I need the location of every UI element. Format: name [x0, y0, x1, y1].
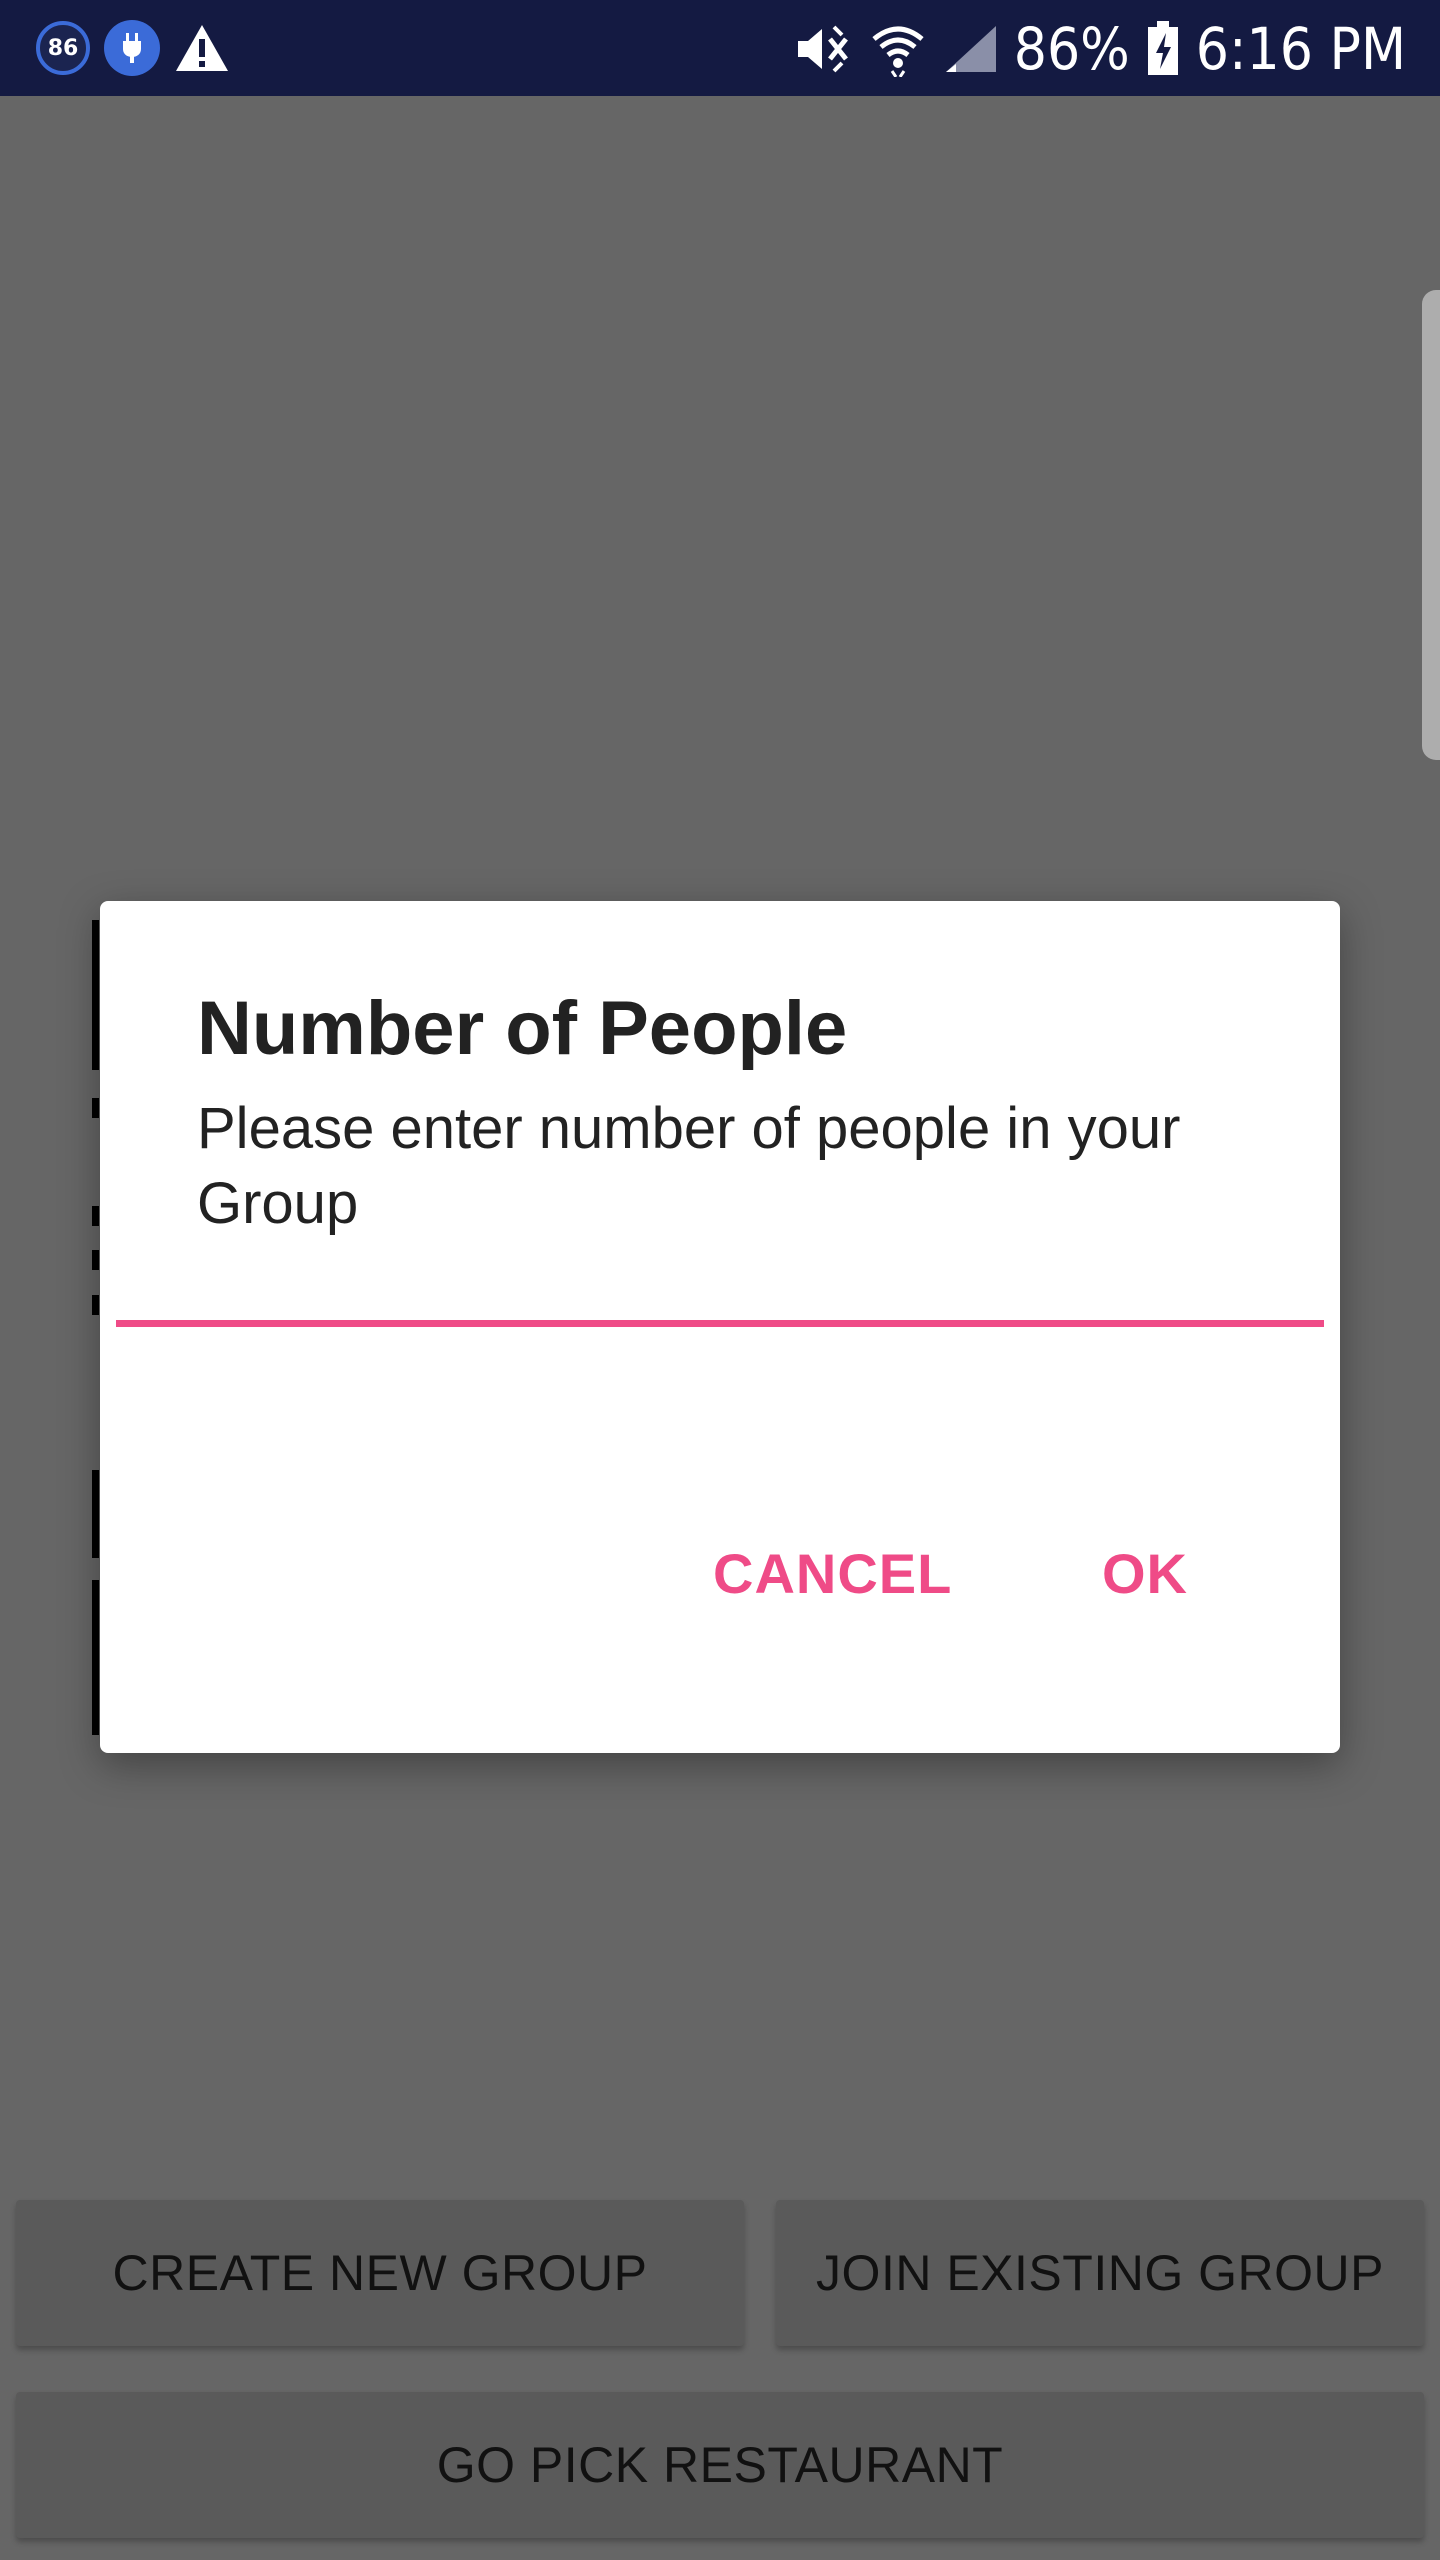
background-mark: [92, 1295, 99, 1315]
signal-icon: [942, 24, 998, 74]
people-count-field-wrapper: [116, 1211, 1324, 1327]
go-pick-restaurant-button[interactable]: GO PICK RESTAURANT: [16, 2392, 1424, 2538]
dialog-title: Number of People: [197, 986, 848, 1071]
wifi-icon: [870, 21, 926, 77]
background-mark: [92, 1470, 99, 1558]
status-bar: 86 86% 6:16 PM: [0, 0, 1440, 96]
edge-panel-handle[interactable]: [1422, 290, 1440, 760]
background-mark: [92, 920, 99, 1070]
join-existing-group-button[interactable]: JOIN EXISTING GROUP: [776, 2200, 1424, 2346]
ok-button[interactable]: OK: [1102, 1541, 1188, 1606]
background-mark: [92, 1206, 99, 1226]
plug-icon: [104, 20, 160, 76]
status-bar-right: 86% 6:16 PM: [794, 14, 1406, 84]
number-of-people-dialog: Number of People Please enter number of …: [100, 901, 1340, 1753]
warning-icon: [174, 23, 230, 73]
people-count-input[interactable]: [116, 1211, 1324, 1327]
background-mark: [92, 1250, 99, 1270]
background-mark: [92, 1580, 99, 1735]
battery-charging-icon: [1146, 21, 1180, 77]
status-bar-left: 86: [36, 20, 230, 76]
create-new-group-button[interactable]: CREATE NEW GROUP: [16, 2200, 744, 2346]
battery-percent: 86%: [1013, 15, 1130, 83]
number-badge-icon: 86: [36, 21, 90, 75]
background-mark: [92, 1098, 99, 1118]
mute-icon: [794, 21, 854, 77]
cancel-button[interactable]: CANCEL: [713, 1541, 952, 1606]
clock: 6:16 PM: [1195, 15, 1406, 83]
